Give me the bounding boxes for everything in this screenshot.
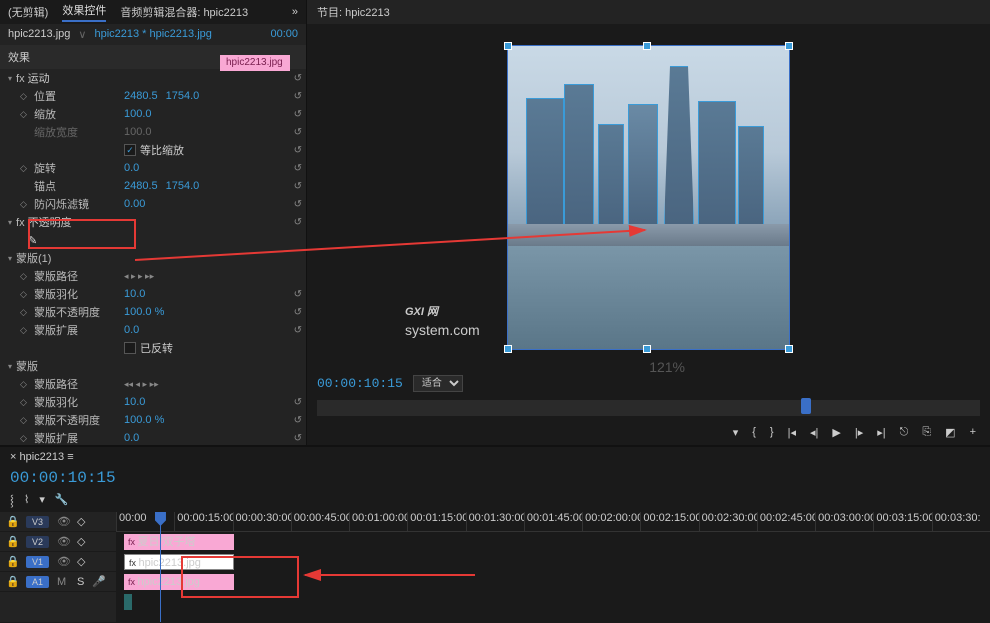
reset-icon[interactable]: ↺	[294, 73, 302, 84]
keyframe-icon[interactable]: ◇	[20, 91, 30, 102]
snap-icon[interactable]: ⸾	[10, 493, 14, 508]
track-v3[interactable]: V3	[26, 516, 49, 528]
sequence-timecode[interactable]: 00:00:10:15	[10, 469, 116, 487]
zoom-percent: 121%	[649, 359, 685, 375]
mark-in-icon[interactable]: ▾	[733, 426, 739, 439]
clip-v1[interactable]: fx hpic2213.jpg	[124, 574, 234, 590]
export-icon[interactable]: ◩	[945, 426, 955, 439]
mark-out-icon[interactable]: {	[752, 426, 756, 439]
extract-icon[interactable]: ⎘	[922, 426, 931, 439]
program-monitor[interactable]	[507, 45, 790, 350]
breadcrumb-source[interactable]: hpic2213.jpg	[8, 28, 70, 41]
go-start-icon[interactable]: |◂	[788, 426, 796, 439]
clip-v3[interactable]: fx 夏日/双子塔	[124, 534, 234, 550]
mark-icon[interactable]: }	[770, 426, 774, 439]
mute-icon[interactable]: M	[57, 576, 69, 588]
twirl-icon[interactable]: ▾	[8, 74, 12, 83]
settings-icon[interactable]: +	[970, 426, 976, 439]
lock-icon[interactable]: 🔒	[6, 515, 18, 528]
mask-inverted-checkbox[interactable]: 已反转	[124, 340, 173, 356]
track-a1[interactable]: A1	[26, 576, 49, 588]
breadcrumb-clip[interactable]: hpic2213 * hpic2213.jpg	[94, 28, 211, 41]
player-timecode[interactable]: 00:00:10:15	[317, 376, 403, 391]
step-fwd-icon[interactable]: |▸	[855, 426, 863, 439]
go-end-icon[interactable]: ▸|	[877, 426, 885, 439]
tab-source[interactable]: (无剪辑)	[8, 4, 48, 20]
timeline-playhead[interactable]	[160, 512, 161, 622]
tab-audio-mixer[interactable]: 音频剪辑混合器: hpic2213	[120, 4, 248, 20]
track-v1[interactable]: V1	[26, 556, 49, 568]
pen-tool-icon[interactable]: ✎	[28, 234, 37, 247]
track-v2[interactable]: V2	[26, 536, 49, 548]
step-back-icon[interactable]: ◂|	[810, 426, 818, 439]
mini-timecode: 00:00	[270, 28, 298, 41]
marker-icon[interactable]: ▾	[39, 493, 45, 508]
playhead-icon[interactable]	[801, 398, 811, 414]
wrench-icon[interactable]: 🔧	[55, 493, 69, 508]
target-icon[interactable]: ◇	[77, 515, 85, 528]
uniform-scale-checkbox[interactable]: ✓等比缩放	[124, 142, 184, 158]
clip-v2[interactable]: fx hpic2213.jpg	[124, 554, 234, 570]
lift-icon[interactable]: ⎋	[900, 426, 909, 439]
reset-icon[interactable]: ↺	[294, 91, 302, 102]
effects-header: 效果	[8, 49, 30, 65]
voice-icon[interactable]: 🎤	[92, 575, 106, 588]
zoom-fit-select[interactable]: 适合	[413, 375, 463, 392]
play-icon[interactable]: ▶	[832, 426, 840, 439]
sequence-tab[interactable]: × hpic2213 ≡	[10, 451, 74, 463]
panel-menu-icon[interactable]: »	[292, 6, 298, 18]
mini-clip[interactable]: hpic2213.jpg	[220, 55, 290, 71]
scrub-bar[interactable]	[317, 400, 980, 416]
tab-effect-controls[interactable]: 效果控件	[62, 2, 106, 22]
link-icon[interactable]: ⌇	[24, 493, 29, 508]
eye-icon[interactable]: 👁	[57, 515, 69, 528]
clip-a1[interactable]	[124, 594, 132, 610]
program-tab[interactable]: 节目: hpic2213	[317, 7, 390, 19]
solo-icon[interactable]: S	[77, 576, 84, 588]
